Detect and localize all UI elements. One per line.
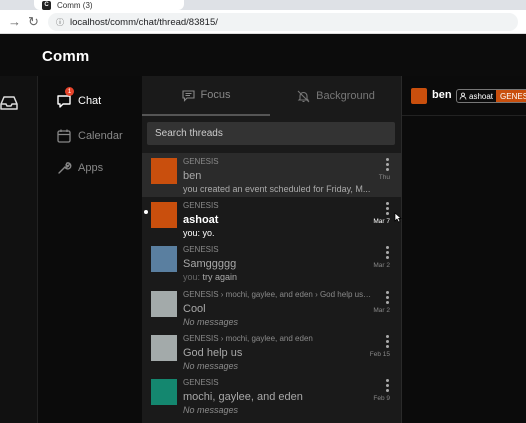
thread-avatar xyxy=(151,158,177,184)
thread-timestamp: Feb 9 xyxy=(373,395,390,402)
thread-row[interactable]: GENESIS › mochi, gaylee, and eden › God … xyxy=(142,286,402,330)
wrench-icon xyxy=(56,160,72,176)
mouse-cursor-icon xyxy=(394,212,402,223)
nav-item-chat-label: Chat xyxy=(78,95,102,107)
thread-preview: No messages xyxy=(183,317,378,327)
forward-arrow-icon[interactable]: → xyxy=(8,14,21,29)
address-bar-url: localhost/comm/chat/thread/83815/ xyxy=(70,16,218,28)
thread-community: GENESIS xyxy=(183,378,219,387)
thread-row[interactable]: GENESIS Samggggg you: try again Mar 2 xyxy=(142,241,402,285)
thread-row[interactable]: GENESIS mochi, gaylee, and eden No message… xyxy=(142,374,402,418)
thread-row[interactable]: GENESIS ashoat you: yo. Mar 7 xyxy=(142,197,402,241)
preview-text: try again xyxy=(200,272,238,282)
preview-text: No messages xyxy=(183,405,239,415)
browser-toolbar: → ↻ ⓘ localhost/comm/chat/thread/83815/ xyxy=(0,10,526,34)
tab-background[interactable]: Background xyxy=(270,76,402,116)
reload-icon[interactable]: ↻ xyxy=(28,14,39,30)
chat-thread-name: ben xyxy=(432,89,452,101)
thread-name: ashoat xyxy=(183,214,219,226)
thread-community: GENESIS xyxy=(183,201,219,210)
unread-badge: 1 xyxy=(65,87,74,96)
thread-avatar xyxy=(151,246,177,272)
thread-timestamp: Feb 15 xyxy=(369,351,390,358)
preview-sender: you: xyxy=(183,272,201,282)
pill-member: ashoat xyxy=(469,91,494,101)
thread-tabs: Focus Background xyxy=(142,76,402,116)
bell-off-icon xyxy=(297,90,310,102)
thread-menu-icon[interactable] xyxy=(385,158,389,173)
thread-timestamp: Mar 2 xyxy=(373,262,390,269)
thread-timestamp: Thu xyxy=(378,174,390,181)
thread-menu-icon[interactable] xyxy=(385,379,389,394)
preview-text: you created an event scheduled for Frida… xyxy=(183,184,371,194)
browser-tab-title: Comm (3) xyxy=(57,0,93,10)
thread-name: mochi, gaylee, and eden xyxy=(183,391,303,403)
nav-item-calendar-label: Calendar xyxy=(78,130,123,142)
nav-item-calendar[interactable]: Calendar xyxy=(56,128,123,144)
chat-pane: ben ashoat GENESIS xyxy=(402,76,526,423)
thread-avatar xyxy=(411,88,427,104)
browser-tabstrip: C Comm (3) xyxy=(0,0,526,10)
people-icon xyxy=(459,92,467,100)
nav-item-apps-label: Apps xyxy=(78,162,104,174)
nav-item-chat[interactable]: 1 Chat xyxy=(56,87,102,109)
thread-row[interactable]: GENESIS ben you created an event scheduled… xyxy=(142,153,402,197)
unread-dot xyxy=(144,210,148,214)
thread-avatar xyxy=(151,335,177,361)
community-rail xyxy=(0,76,38,423)
thread-name: Cool xyxy=(183,303,206,315)
comm-favicon-icon: C xyxy=(42,0,51,10)
search-threads-input[interactable]: Search threads xyxy=(147,122,395,145)
browser-tab[interactable]: C Comm (3) xyxy=(34,0,184,10)
thread-preview: No messages xyxy=(183,361,378,371)
thread-menu-icon[interactable] xyxy=(385,291,389,306)
message-icon xyxy=(181,89,195,102)
thread-preview: you created an event scheduled for Frida… xyxy=(183,184,378,194)
thread-preview: you: try again xyxy=(183,272,378,282)
thread-avatar xyxy=(151,291,177,317)
pill-community: GENESIS xyxy=(496,90,526,102)
thread-timestamp: Mar 2 xyxy=(373,307,390,314)
chat-header: ben ashoat GENESIS xyxy=(402,76,526,116)
info-icon[interactable]: ⓘ xyxy=(56,17,64,28)
preview-text: No messages xyxy=(183,317,239,327)
thread-name: Samggggg xyxy=(183,258,237,270)
calendar-icon xyxy=(56,128,72,144)
address-bar[interactable]: ⓘ localhost/comm/chat/thread/83815/ xyxy=(48,13,518,31)
tab-focus[interactable]: Focus xyxy=(142,76,270,116)
thread-community: GENESIS xyxy=(183,157,219,166)
thread-avatar xyxy=(151,379,177,405)
thread-row[interactable]: GENESIS › mochi, gaylee, and eden God hel… xyxy=(142,330,402,374)
thread-preview: No messages xyxy=(183,405,378,415)
thread-avatar xyxy=(151,202,177,228)
thread-preview: you: yo. xyxy=(183,228,378,238)
thread-list-panel: Focus Background Search threads GENESIS b… xyxy=(142,76,402,423)
preview-text: No messages xyxy=(183,361,239,371)
tab-background-label: Background xyxy=(316,90,375,102)
nav-item-apps[interactable]: Apps xyxy=(56,160,103,176)
app-nav: 1 Chat Calendar Apps xyxy=(38,76,142,423)
thread-ancestor-pill[interactable]: ashoat GENESIS xyxy=(456,89,526,103)
thread-community: GENESIS › mochi, gaylee, and eden › God … xyxy=(183,290,373,299)
inbox-icon[interactable] xyxy=(0,95,18,111)
app-logo: Comm xyxy=(42,48,90,65)
thread-name: ben xyxy=(183,170,202,182)
thread-menu-icon[interactable] xyxy=(385,246,389,261)
tab-focus-label: Focus xyxy=(200,89,231,101)
thread-menu-icon[interactable] xyxy=(385,202,389,217)
thread-name: God help us xyxy=(183,347,243,359)
chat-bubble-icon: 1 xyxy=(56,87,74,109)
thread-community: GENESIS xyxy=(183,245,219,254)
preview-text: you: yo. xyxy=(183,228,215,238)
thread-menu-icon[interactable] xyxy=(385,335,389,350)
thread-timestamp: Mar 7 xyxy=(373,218,390,225)
thread-community: GENESIS › mochi, gaylee, and eden xyxy=(183,334,313,343)
